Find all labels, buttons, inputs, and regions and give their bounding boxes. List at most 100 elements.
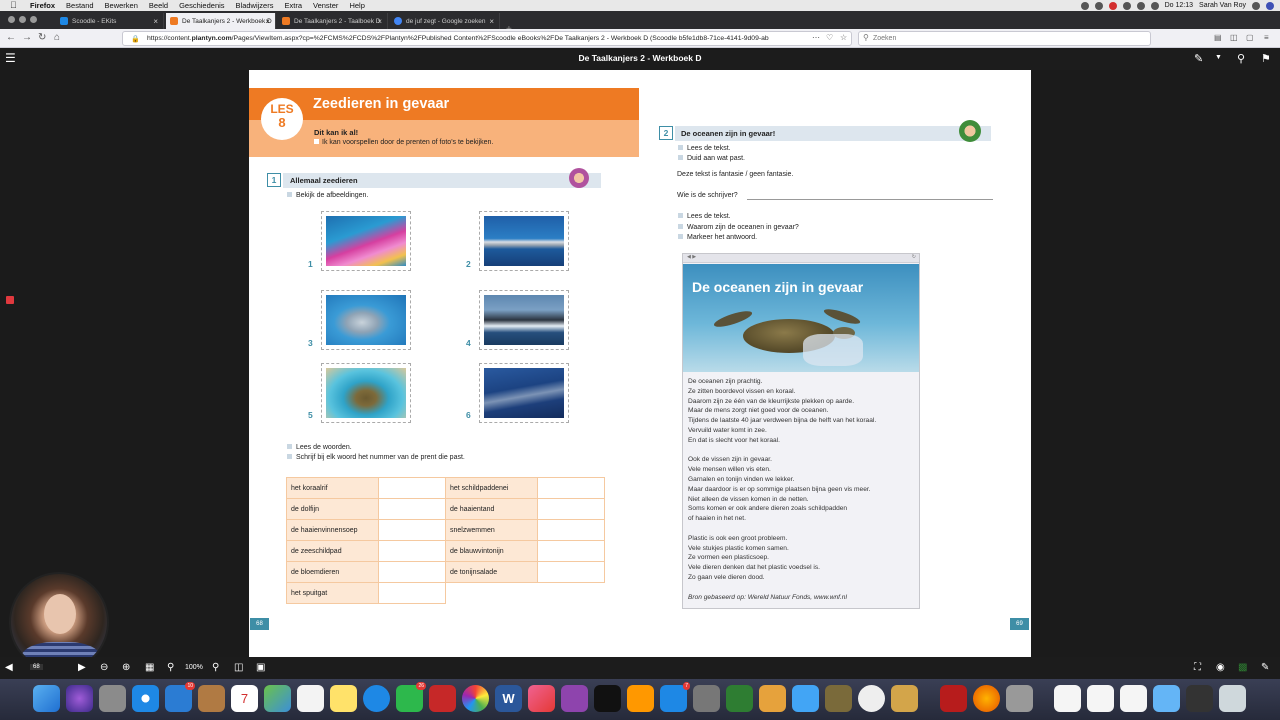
messages-icon[interactable] [363, 685, 390, 712]
menu-bewerken[interactable]: Bewerken [105, 1, 138, 10]
keychain-icon[interactable] [1006, 685, 1033, 712]
status-icon[interactable] [1080, 1, 1089, 10]
mail-icon[interactable]: 10 [165, 682, 195, 712]
calendar-icon[interactable]: 7 [231, 685, 258, 712]
zoom-in-magnifier-icon[interactable]: ⚲ [212, 662, 219, 673]
reload-icon[interactable]: ↻ [38, 32, 46, 44]
zoom-out-icon[interactable]: ⊖ [100, 662, 108, 673]
checkbox-icon[interactable] [314, 139, 319, 144]
answer-cell[interactable] [378, 582, 446, 604]
answer-cell[interactable] [537, 477, 605, 499]
search-field[interactable]: ⚲ Zoeken [858, 31, 1151, 46]
tools-dropdown-chevron-icon[interactable]: ▼ [1215, 54, 1222, 61]
record-status-icon[interactable] [1108, 1, 1117, 10]
stacks-icon[interactable] [1186, 685, 1213, 712]
pencil-icon[interactable]: ✎ [1261, 662, 1269, 673]
menubar-clock[interactable]: Do 12:13 [1165, 2, 1193, 9]
system-preferences-icon[interactable] [693, 685, 720, 712]
podcasts-icon[interactable] [561, 685, 588, 712]
maps-icon[interactable] [264, 685, 291, 712]
apple-menu-icon[interactable]:  [10, 1, 18, 10]
back-arrow-icon[interactable]: ← [6, 32, 16, 44]
close-tab-icon[interactable]: × [377, 17, 382, 26]
answer-cell[interactable] [378, 561, 446, 583]
status-icon[interactable] [1094, 1, 1103, 10]
firefox-icon[interactable] [973, 685, 1000, 712]
answer-cell[interactable] [378, 477, 446, 499]
folder-icon[interactable] [1153, 685, 1180, 712]
sidebar-icon[interactable]: ◫ [1230, 32, 1238, 44]
app-store-icon[interactable]: 7 [660, 682, 690, 712]
menubar-user[interactable]: Sarah Van Roy [1199, 2, 1246, 9]
answer-cell[interactable] [537, 519, 605, 541]
answer-cell[interactable] [537, 540, 605, 562]
script-editor-icon[interactable] [891, 685, 918, 712]
close-tab-icon[interactable]: × [489, 17, 494, 26]
photo-booth-icon[interactable] [429, 685, 456, 712]
fullscreen-icon[interactable]: ⛶ [1194, 662, 1201, 673]
reminders-icon[interactable] [297, 685, 324, 712]
facetime-icon[interactable]: 26 [396, 682, 426, 712]
books-icon[interactable] [627, 685, 654, 712]
apple-tv-icon[interactable] [594, 685, 621, 712]
zoom-window-button[interactable] [30, 16, 37, 23]
keynote-icon[interactable] [792, 685, 819, 712]
launchpad-icon[interactable] [99, 685, 126, 712]
no-entry-icon[interactable] [858, 685, 885, 712]
close-tab-icon[interactable]: × [265, 17, 270, 26]
music-icon[interactable] [528, 685, 555, 712]
document-icon[interactable] [1120, 685, 1147, 712]
status-icon[interactable] [1122, 1, 1131, 10]
home-icon[interactable]: ⌂ [54, 32, 60, 44]
pages-icon[interactable] [759, 685, 786, 712]
safari-icon[interactable] [132, 685, 159, 712]
close-tab-icon[interactable]: × [153, 17, 158, 26]
pocket-icon[interactable]: ♡ [826, 32, 833, 44]
document-icon[interactable] [1054, 685, 1081, 712]
search-icon[interactable]: ⚲ [1237, 52, 1245, 65]
siri-icon[interactable] [66, 685, 93, 712]
answer-cell[interactable] [537, 498, 605, 520]
eye-icon[interactable]: ◉ [1216, 662, 1225, 673]
document-icon[interactable] [1087, 685, 1114, 712]
utility-icon[interactable] [825, 685, 852, 712]
menu-bladwijzers[interactable]: Bladwijzers [236, 1, 274, 10]
tab-scoodle[interactable]: Scoodle - EKits × [56, 13, 164, 29]
screen-icon[interactable]: ▣ [256, 662, 265, 673]
finder-icon[interactable] [33, 685, 60, 712]
previous-page-icon[interactable]: ◀ [5, 662, 13, 673]
close-window-button[interactable] [8, 16, 15, 23]
battery-icon[interactable] [1150, 1, 1159, 10]
zoom-in-icon[interactable]: ⊕ [122, 662, 130, 673]
thumbnails-icon[interactable]: ▦ [145, 662, 154, 673]
bookmark-icon[interactable]: ⚑ [1261, 52, 1271, 65]
next-page-icon[interactable]: ▶ [78, 662, 86, 673]
answer-cell[interactable] [378, 498, 446, 520]
siri-icon[interactable] [1266, 1, 1274, 10]
photos-icon[interactable] [462, 685, 489, 712]
menu-icon[interactable]: ≡ [1264, 32, 1269, 44]
page-indicator[interactable]: 68 [30, 664, 43, 670]
menu-geschiedenis[interactable]: Geschiedenis [179, 1, 224, 10]
tools-icon[interactable]: ✎ [1194, 52, 1203, 65]
trash-icon[interactable] [1219, 685, 1246, 712]
bookmark-star-icon[interactable]: ☆ [840, 32, 847, 44]
forward-arrow-icon[interactable]: → [22, 32, 32, 44]
notes-icon[interactable] [330, 685, 357, 712]
word-icon[interactable]: W [495, 685, 522, 712]
menu-beeld[interactable]: Beeld [149, 1, 168, 10]
lock-icon[interactable]: 🔒 [131, 35, 140, 43]
fit-page-icon[interactable]: ◫ [234, 662, 243, 673]
answer-cell[interactable] [378, 519, 446, 541]
answer-line[interactable] [747, 199, 993, 200]
zoom-out-magnifier-icon[interactable]: ⚲ [167, 662, 174, 673]
save-icon[interactable]: ▩ [1238, 662, 1247, 673]
answer-cell[interactable] [378, 540, 446, 562]
tab-werkboek-d[interactable]: De Taalkanjers 2 - Werkboek D × [166, 13, 276, 29]
menu-bestand[interactable]: Bestand [66, 1, 94, 10]
acrobat-icon[interactable] [940, 685, 967, 712]
wifi-icon[interactable] [1136, 1, 1145, 10]
tab-google[interactable]: de juf zegt - Google zoeken × [390, 13, 500, 29]
answer-cell[interactable] [537, 561, 605, 583]
numbers-icon[interactable] [726, 685, 753, 712]
